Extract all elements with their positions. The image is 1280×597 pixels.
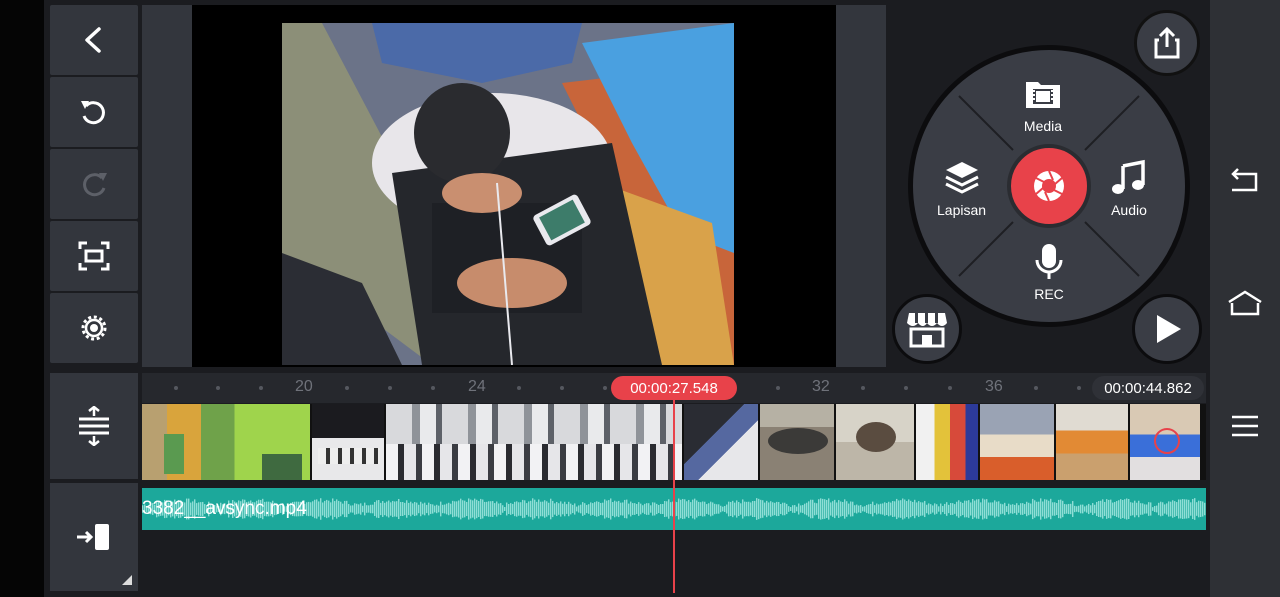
store-icon [907,313,947,348]
undo-button[interactable] [50,77,138,147]
ruler-mark: 36 [985,378,1003,395]
video-clip[interactable] [760,404,836,480]
undo-icon [81,101,105,125]
audio-label: Audio [1111,202,1147,218]
asset-store-button[interactable] [892,294,962,364]
play-icon [1157,315,1181,343]
ruler-mark: 32 [812,378,830,395]
video-clip[interactable] [386,404,684,480]
chevron-left-icon [85,27,101,53]
ruler-mark: 20 [295,378,313,395]
layers-icon [944,162,979,194]
camera-shutter-icon [1034,170,1064,202]
jump-to-end-button[interactable] [50,483,138,591]
current-time-badge: 00:00:27.548 [611,376,737,400]
system-nav-bar [1210,0,1280,597]
gear-icon [81,315,107,341]
video-clip[interactable] [836,404,916,480]
back-nav-icon[interactable] [1226,162,1264,200]
rec-button[interactable]: REC [1029,242,1069,302]
media-folder-icon [1026,82,1060,108]
back-button[interactable] [50,5,138,75]
home-nav-icon[interactable] [1226,284,1264,322]
expand-timeline-button[interactable] [50,373,138,479]
video-clip[interactable] [312,404,386,480]
video-clip[interactable] [980,404,1056,480]
preview-canvas[interactable] [192,5,836,367]
timeline-tools [50,373,138,595]
ruler-mark: 24 [468,378,486,395]
media-wheel: Media Lapisan Audio REC [908,45,1190,327]
playhead[interactable] [673,400,675,593]
media-button[interactable]: Media [1023,74,1063,134]
redo-icon [83,173,107,197]
left-edge [0,0,44,597]
capture-frame-icon [78,241,110,271]
right-control-panel: Media Lapisan Audio REC [886,0,1210,370]
preview-panel [142,5,886,367]
settings-button[interactable] [50,293,138,363]
media-label: Media [1023,118,1063,134]
total-time-badge: 00:00:44.862 [1092,376,1204,400]
video-clip[interactable] [916,404,980,480]
redo-button[interactable] [50,149,138,219]
video-frame-image [282,23,734,365]
layer-button[interactable]: Lapisan [937,158,986,218]
kinemaster-editor: Media Lapisan Audio REC 20 24 32 36 00:0… [0,0,1280,597]
layer-label: Lapisan [937,202,987,218]
music-note-icon [1112,159,1145,194]
microphone-icon [1035,244,1063,279]
left-toolbar [50,5,138,365]
menu-nav-icon[interactable] [1226,407,1264,445]
capture-record-button[interactable] [1007,144,1091,228]
audio-button[interactable]: Audio [1109,158,1149,218]
video-clip[interactable] [1130,404,1200,480]
video-clip[interactable] [684,404,760,480]
expand-tracks-icon [79,406,109,446]
video-preview-frame [282,23,734,365]
expand-corner-mark [122,575,132,585]
audio-file-label: 3382__avsync.mp4 [142,498,307,519]
video-clip[interactable] [1056,404,1130,480]
capture-button[interactable] [50,221,138,291]
jump-to-end-icon [77,524,109,550]
rec-label: REC [1034,286,1064,302]
play-button[interactable] [1132,294,1202,364]
video-clip[interactable] [142,404,312,480]
